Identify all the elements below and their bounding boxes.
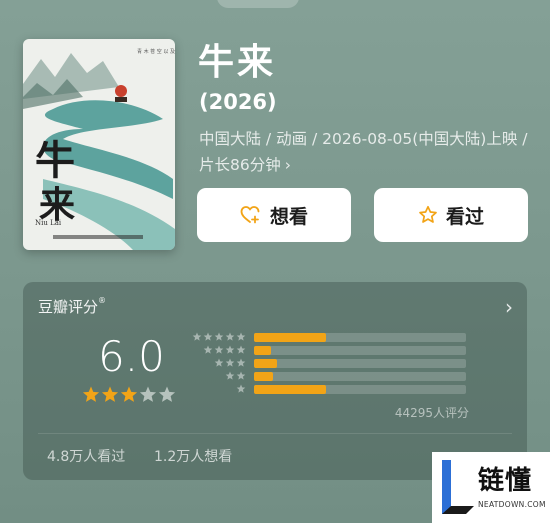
site-watermark: 链懂 NEATDOWN.COM: [432, 452, 550, 523]
row-star: [214, 358, 224, 367]
distribution-track: [254, 333, 466, 342]
star-outline-icon: [419, 205, 437, 223]
row-stars-icon: [192, 332, 246, 341]
row-star: [203, 345, 213, 354]
heart-plus-icon: [240, 206, 260, 224]
row-star: [236, 332, 246, 341]
row-star: [236, 358, 246, 367]
row-stars-icon: [203, 345, 246, 354]
douban-rating-card[interactable]: 豆瓣评分® › 6.0 44295人评分 4.8万人看过 1.2万人想看: [23, 282, 527, 480]
distribution-track: [254, 346, 466, 355]
svg-text:青 木 苍 空 以 及 浮 动: 青 木 苍 空 以 及 浮 动: [137, 48, 175, 55]
row-star: [225, 358, 235, 367]
watched-count[interactable]: 4.8万人看过: [47, 446, 125, 466]
top-handle: [217, 0, 299, 8]
want-to-watch-label: 想看: [269, 205, 308, 228]
movie-title: 牛来: [198, 42, 277, 83]
want-to-watch-button[interactable]: 想看: [197, 188, 351, 242]
distribution-track: [254, 385, 466, 394]
row-star: [192, 332, 202, 341]
movie-year: (2026): [199, 90, 277, 114]
movie-poster[interactable]: 青 木 苍 空 以 及 浮 动 Niu Lai 牛 来: [23, 39, 175, 250]
row-star: [225, 332, 235, 341]
movie-meta-text: 中国大陆 / 动画 / 2026-08-05(中国大陆)上映 / 片长86分钟: [199, 130, 528, 174]
poster-artwork: 青 木 苍 空 以 及 浮 动 Niu Lai 牛 来: [23, 39, 175, 250]
row-star: [203, 332, 213, 341]
watermark-url: NEATDOWN.COM: [478, 500, 546, 509]
row-stars-icon: [236, 384, 246, 393]
poster-title-glyph: 来: [39, 184, 75, 226]
star-filled-icon: [82, 386, 100, 402]
star-empty-icon: [158, 386, 176, 402]
rating-source: 豆瓣评分®: [38, 296, 107, 316]
star-filled-icon: [120, 386, 138, 402]
distribution-bar: [254, 346, 271, 355]
card-divider: [38, 433, 512, 434]
row-star: [236, 371, 246, 380]
distribution-bar: [254, 372, 274, 381]
distribution-bar: [254, 359, 278, 368]
distribution-track: [254, 372, 466, 381]
watched-label: 看过: [445, 205, 484, 228]
registered-mark: ®: [98, 296, 107, 305]
row-star: [225, 345, 235, 354]
row-star: [236, 345, 246, 354]
row-stars-icon: [214, 358, 246, 367]
row-star: [236, 384, 246, 393]
score-stars: [82, 386, 176, 402]
distribution-bar: [254, 385, 327, 394]
distribution-track: [254, 359, 466, 368]
distribution-bar: [254, 333, 327, 342]
star-filled-icon: [101, 386, 119, 402]
poster-title-glyph: 牛: [35, 137, 75, 184]
rating-count: 44295人评分: [394, 406, 469, 420]
row-star: [214, 332, 224, 341]
chevron-right-icon[interactable]: ›: [505, 295, 513, 319]
watermark-logo-icon: [442, 460, 474, 514]
row-stars-icon: [225, 371, 246, 380]
chevron-right-icon: ›: [284, 156, 291, 174]
watched-button[interactable]: 看过: [374, 188, 528, 242]
star-empty-icon: [139, 386, 157, 402]
rating-score: 6.0: [98, 332, 165, 381]
want-count[interactable]: 1.2万人想看: [154, 446, 232, 466]
row-star: [214, 345, 224, 354]
watermark-text: 链懂: [478, 466, 533, 496]
row-star: [225, 371, 235, 380]
movie-meta[interactable]: 中国大陆 / 动画 / 2026-08-05(中国大陆)上映 / 片长86分钟 ›: [199, 126, 529, 178]
